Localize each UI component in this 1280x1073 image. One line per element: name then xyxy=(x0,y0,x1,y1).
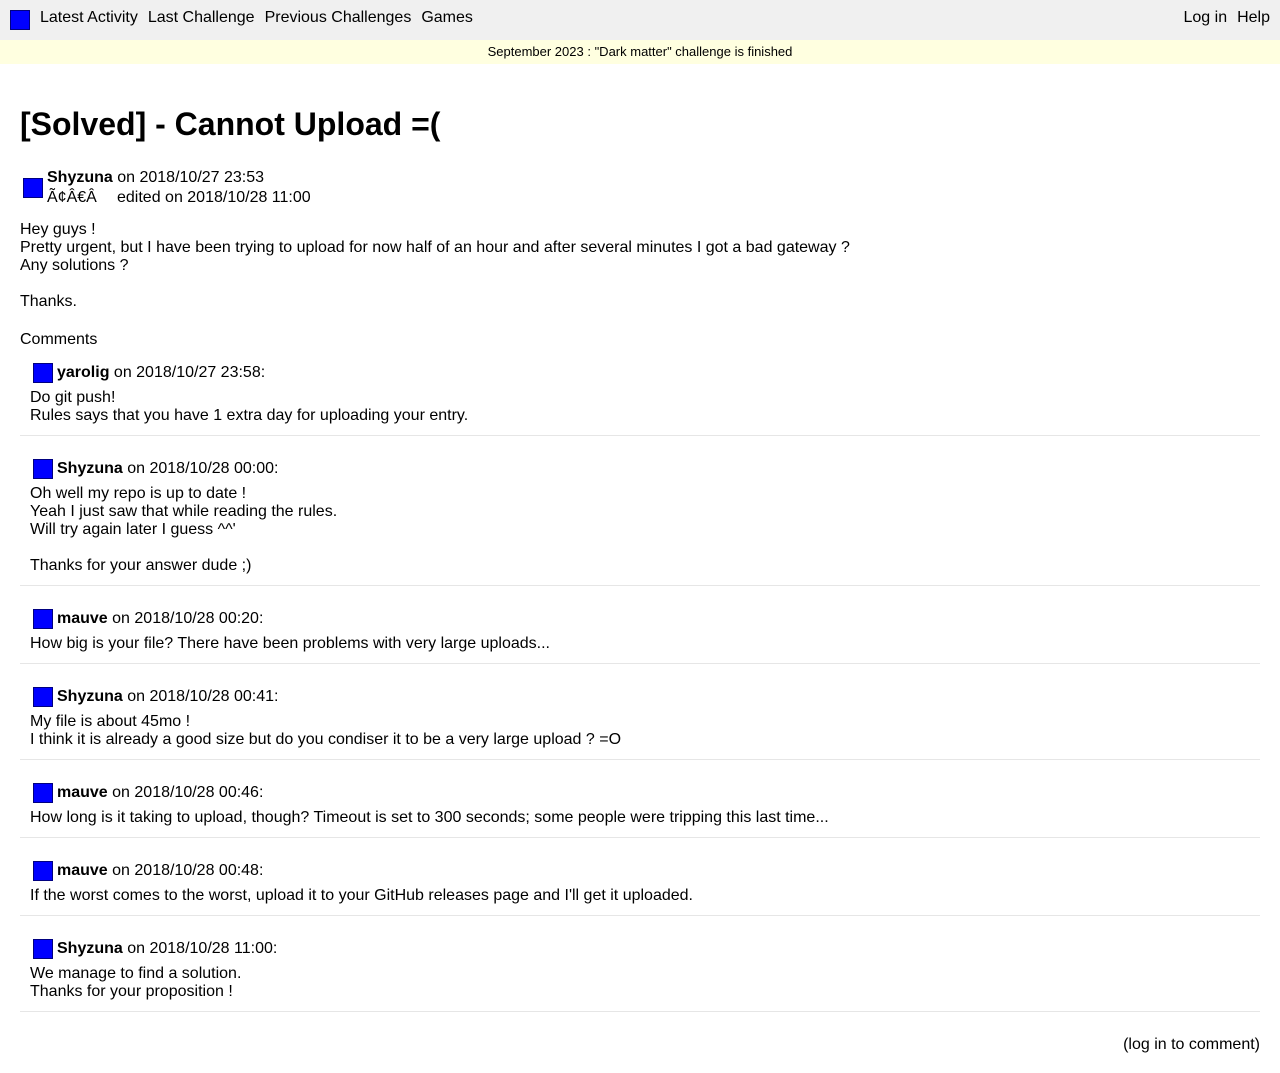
comment: mauve on 2018/10/28 00:48: If the worst c… xyxy=(20,838,1260,916)
comment-line: Yeah I just saw that while reading the r… xyxy=(30,503,338,520)
comment-paragraph: Thanks for your answer dude ;) xyxy=(30,557,1250,575)
post-date: on 2018/10/27 23:53 xyxy=(112,169,265,186)
comment-author[interactable]: mauve xyxy=(57,610,108,628)
comment-author[interactable]: Shyzuna xyxy=(57,688,123,706)
nav-left: Latest Activity Last Challenge Previous … xyxy=(10,9,483,30)
nav-log-in[interactable]: Log in xyxy=(1184,9,1228,27)
comment-body: Do git push! Rules says that you have 1 e… xyxy=(30,389,1250,425)
nav-last-challenge[interactable]: Last Challenge xyxy=(148,9,255,27)
comment-header: mauve on 2018/10/28 00:48: xyxy=(30,860,1250,882)
comment-author[interactable]: Shyzuna xyxy=(57,940,123,958)
comment-date: on 2018/10/28 00:00: xyxy=(122,460,279,477)
comment-header: mauve on 2018/10/28 00:46: xyxy=(30,782,1250,804)
top-nav-bar: Latest Activity Last Challenge Previous … xyxy=(0,0,1280,40)
comment-header: Shyzuna on 2018/10/28 00:00: xyxy=(30,458,1250,480)
avatar-icon[interactable] xyxy=(33,687,53,707)
comment: mauve on 2018/10/28 00:20: How big is you… xyxy=(20,586,1260,664)
comment-paragraph: How long is it taking to upload, though?… xyxy=(30,809,1250,827)
comment-date: on 2018/10/28 00:41: xyxy=(122,688,279,705)
comment-paragraph: Oh well my repo is up to date ! Yeah I ju… xyxy=(30,485,1250,539)
post-meta-line-2: Ã¢Â€Â edited on 2018/10/28 11:00 xyxy=(47,188,311,208)
comment-header: Shyzuna on 2018/10/28 11:00: xyxy=(30,938,1250,960)
login-to-comment-link[interactable]: (log in to comment) xyxy=(1123,1036,1260,1054)
post-thanks: Thanks. xyxy=(20,293,77,310)
comment-body: How big is your file? There have been pr… xyxy=(30,635,1250,653)
comment-date: on 2018/10/28 00:48: xyxy=(107,862,264,879)
comment-paragraph: We manage to find a solution. Thanks for … xyxy=(30,965,1250,1001)
comment-header: mauve on 2018/10/28 00:20: xyxy=(30,608,1250,630)
avatar-icon[interactable] xyxy=(23,178,43,198)
avatar-icon[interactable] xyxy=(33,861,53,881)
avatar-icon[interactable] xyxy=(33,939,53,959)
comment: Shyzuna on 2018/10/28 00:41: My file is a… xyxy=(20,664,1260,760)
page-title: [Solved] - Cannot Upload =( xyxy=(20,106,441,142)
garbled-text: Ã¢Â€Â xyxy=(47,189,97,206)
comment-header: Shyzuna on 2018/10/28 00:41: xyxy=(30,686,1250,708)
post-meta-lines: Shyzuna on 2018/10/27 23:53 Ã¢Â€Â edited… xyxy=(47,168,311,208)
site-logo-icon[interactable] xyxy=(10,10,30,30)
avatar-icon[interactable] xyxy=(33,459,53,479)
avatar-icon[interactable] xyxy=(33,783,53,803)
comment-line: We manage to find a solution. xyxy=(30,965,242,982)
comment: Shyzuna on 2018/10/28 00:00: Oh well my r… xyxy=(20,436,1260,586)
avatar-icon[interactable] xyxy=(33,363,53,383)
comment-paragraph: How big is your file? There have been pr… xyxy=(30,635,1250,653)
comment-author[interactable]: mauve xyxy=(57,862,108,880)
comment-body: How long is it taking to upload, though?… xyxy=(30,809,1250,827)
avatar-icon[interactable] xyxy=(33,609,53,629)
comment: Shyzuna on 2018/10/28 11:00: We manage to… xyxy=(20,916,1260,1012)
comment-paragraph: My file is about 45mo ! I think it is alr… xyxy=(30,713,1250,749)
nav-right: Log in Help xyxy=(1184,9,1271,27)
post-meta-line-1: Shyzuna on 2018/10/27 23:53 xyxy=(47,168,311,188)
comment-line: How long is it taking to upload, though?… xyxy=(30,809,829,826)
comment-date: on 2018/10/28 00:20: xyxy=(107,610,264,627)
comment-paragraph: If the worst comes to the worst, upload … xyxy=(30,887,1250,905)
post-edited: edited on 2018/10/28 11:00 xyxy=(117,189,311,206)
comment-line: Rules says that you have 1 extra day for… xyxy=(30,407,469,424)
comment-line: I think it is already a good size but do… xyxy=(30,731,622,748)
comment-line: How big is your file? There have been pr… xyxy=(30,635,550,652)
comments-list: yarolig on 2018/10/27 23:58: Do git push!… xyxy=(20,358,1260,1012)
comment-body: If the worst comes to the worst, upload … xyxy=(30,887,1250,905)
comment-header: yarolig on 2018/10/27 23:58: xyxy=(30,362,1250,384)
post-body: Hey guys ! Pretty urgent, but I have bee… xyxy=(20,221,850,275)
comment-author[interactable]: yarolig xyxy=(57,364,109,382)
nav-help[interactable]: Help xyxy=(1237,9,1270,27)
comment-line: Thanks for your answer dude ;) xyxy=(30,557,252,574)
comment: yarolig on 2018/10/27 23:58: Do git push!… xyxy=(20,358,1260,436)
comment-body: My file is about 45mo ! I think it is alr… xyxy=(30,713,1250,749)
post-body-line: Hey guys ! xyxy=(20,221,96,238)
nav-latest-activity[interactable]: Latest Activity xyxy=(40,9,138,27)
comment-body: We manage to find a solution. Thanks for … xyxy=(30,965,1250,1001)
comment-paragraph: Do git push! Rules says that you have 1 e… xyxy=(30,389,1250,425)
comment: mauve on 2018/10/28 00:46: How long is it… xyxy=(20,760,1260,838)
nav-previous-challenges[interactable]: Previous Challenges xyxy=(265,9,412,27)
post-body-line: Pretty urgent, but I have been trying to… xyxy=(20,239,850,256)
comment-body: Oh well my repo is up to date ! Yeah I ju… xyxy=(30,485,1250,575)
comment-author[interactable]: mauve xyxy=(57,784,108,802)
post-meta: Shyzuna on 2018/10/27 23:53 Ã¢Â€Â edited… xyxy=(20,168,311,208)
comment-author[interactable]: Shyzuna xyxy=(57,460,123,478)
comments-heading: Comments xyxy=(20,331,98,348)
comment-line: Will try again later I guess ^^' xyxy=(30,521,236,538)
post-author[interactable]: Shyzuna xyxy=(47,169,113,186)
comment-date: on 2018/10/27 23:58: xyxy=(109,364,266,381)
post-body-line: Any solutions ? xyxy=(20,257,129,274)
comment-date: on 2018/10/28 11:00: xyxy=(122,940,278,957)
comment-line: Oh well my repo is up to date ! xyxy=(30,485,247,502)
comment-date: on 2018/10/28 00:46: xyxy=(107,784,264,801)
announcement-banner: September 2023 : "Dark matter" challenge… xyxy=(0,40,1280,64)
nav-games[interactable]: Games xyxy=(421,9,473,27)
comment-line: My file is about 45mo ! xyxy=(30,713,191,730)
comment-line: Thanks for your proposition ! xyxy=(30,983,233,1000)
comment-line: If the worst comes to the worst, upload … xyxy=(30,887,693,904)
comment-line: Do git push! xyxy=(30,389,116,406)
